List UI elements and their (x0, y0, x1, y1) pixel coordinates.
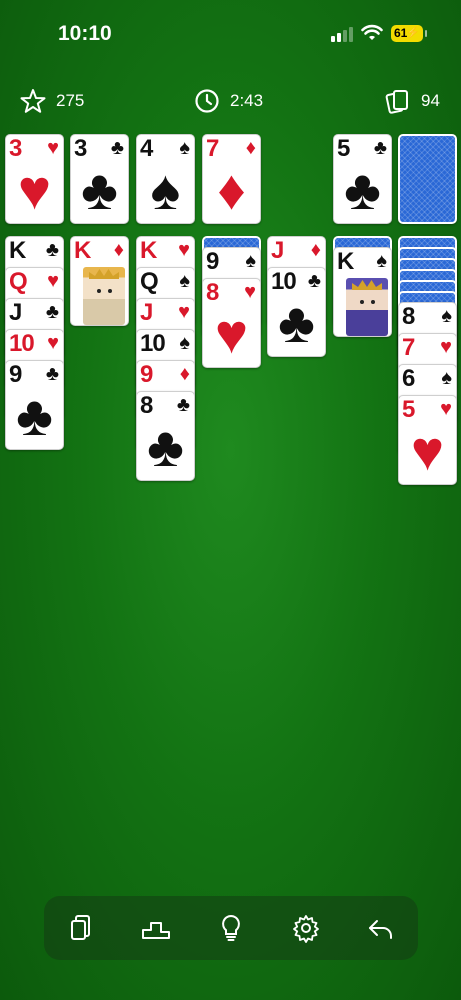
card-suit-large: ♣ (16, 384, 53, 447)
card-suit: ♦ (113, 239, 124, 261)
card-rank: 10 (140, 330, 166, 357)
score-value: 275 (56, 91, 85, 110)
card-rank: Q (9, 268, 28, 295)
settings-button[interactable] (286, 908, 326, 948)
card-rank: 6 (402, 365, 415, 392)
card-suit: ♥ (47, 270, 59, 292)
card-rank: K (140, 237, 157, 264)
score-display: 275 (20, 88, 84, 114)
king-portrait (346, 278, 388, 336)
card-suit: ♣ (307, 270, 321, 292)
card-suit-large: ♥ (17, 158, 52, 221)
tableau-card[interactable]: 10 ♣ ♣ (267, 267, 326, 357)
card-suit-large: ♥ (410, 419, 445, 482)
foundation-pile[interactable]: 3 ♥ ♥ (5, 134, 64, 224)
timer-value: 2:43 (230, 91, 264, 110)
card-suit: ♣ (45, 301, 59, 323)
charging-bolt-icon: ⚡ (406, 27, 420, 39)
card-suit: ♦ (245, 137, 256, 159)
stock-count-display: 94 (385, 88, 440, 114)
card-rank: K (337, 248, 354, 275)
card-suit: ♠ (179, 270, 190, 292)
bottom-toolbar (44, 896, 418, 960)
card-suit: ♠ (441, 305, 452, 327)
card-rank: 9 (140, 361, 153, 388)
card-rank: 7 (402, 334, 415, 361)
card-suit: ♥ (47, 137, 59, 159)
podium-icon (142, 922, 171, 939)
cellular-signal-icon (331, 26, 355, 42)
hint-button[interactable] (211, 908, 251, 948)
foundation-pile[interactable]: 4 ♠ ♠ (136, 134, 195, 224)
undo-button[interactable] (361, 908, 401, 948)
stock-pile[interactable] (398, 134, 457, 224)
card-suit: ♥ (440, 336, 452, 358)
gear-icon (292, 915, 319, 943)
card-rank: K (9, 237, 26, 264)
card-suit: ♠ (179, 137, 190, 159)
card-rank: J (9, 299, 22, 326)
card-rank: J (271, 237, 284, 264)
card-suit-large: ♦ (217, 158, 246, 221)
star-icon (20, 89, 46, 113)
card-suit: ♥ (178, 239, 190, 261)
stock-count-value: 94 (421, 91, 440, 110)
card-rank: J (140, 299, 153, 326)
card-suit: ♠ (376, 250, 387, 272)
tableau-card[interactable]: 8 ♥ ♥ (202, 278, 261, 368)
card-suit: ♣ (45, 363, 59, 385)
card-rank: K (74, 237, 91, 264)
card-suit: ♥ (178, 301, 190, 323)
tableau-card[interactable]: 5 ♥ ♥ (398, 395, 457, 485)
tableau-card[interactable]: K ♦ (70, 236, 129, 326)
card-suit-large: ♣ (147, 415, 184, 478)
waste-pile[interactable]: 5 ♣ ♣ (333, 134, 392, 224)
clock-icon (195, 89, 219, 113)
card-suit: ♣ (176, 394, 190, 416)
cards-icon (385, 90, 408, 114)
tableau-card[interactable]: 9 ♣ ♣ (5, 360, 64, 450)
card-suit: ♥ (244, 281, 256, 303)
card-suit: ♠ (179, 332, 190, 354)
card-rank: Q (140, 268, 159, 295)
status-time: 10:10 (58, 22, 112, 45)
card-suit: ♦ (310, 239, 321, 261)
card-suit: ♥ (440, 398, 452, 420)
lightbulb-icon (222, 914, 240, 941)
card-suit-large: ♣ (81, 158, 118, 221)
card-suit-large: ♣ (278, 291, 315, 354)
cards-icon (71, 915, 91, 940)
leaderboard-button[interactable] (136, 908, 176, 948)
undo-icon (368, 920, 392, 939)
card-suit: ♦ (179, 363, 190, 385)
card-rank: 9 (206, 248, 219, 275)
card-rank: 8 (402, 303, 415, 330)
card-suit: ♠ (245, 250, 256, 272)
timer-display: 2:43 (194, 88, 263, 114)
tableau-card[interactable]: K ♠ (333, 247, 392, 337)
card-suit-large: ♣ (344, 158, 381, 221)
card-suit: ♠ (441, 367, 452, 389)
card-suit: ♣ (373, 137, 387, 159)
card-suit-large: ♠ (150, 158, 181, 221)
card-suit: ♥ (47, 332, 59, 354)
king-portrait (83, 267, 125, 325)
wifi-icon (361, 24, 383, 40)
card-suit: ♣ (110, 137, 124, 159)
card-suit: ♣ (45, 239, 59, 261)
battery-indicator: 61 ⚡ (391, 25, 427, 42)
foundation-pile[interactable]: 3 ♣ ♣ (70, 134, 129, 224)
new-game-button[interactable] (61, 908, 101, 948)
tableau-card[interactable]: 8 ♣ ♣ (136, 391, 195, 481)
card-suit-large: ♥ (214, 302, 249, 365)
foundation-pile[interactable]: 7 ♦ ♦ (202, 134, 261, 224)
card-rank: 10 (9, 330, 35, 357)
